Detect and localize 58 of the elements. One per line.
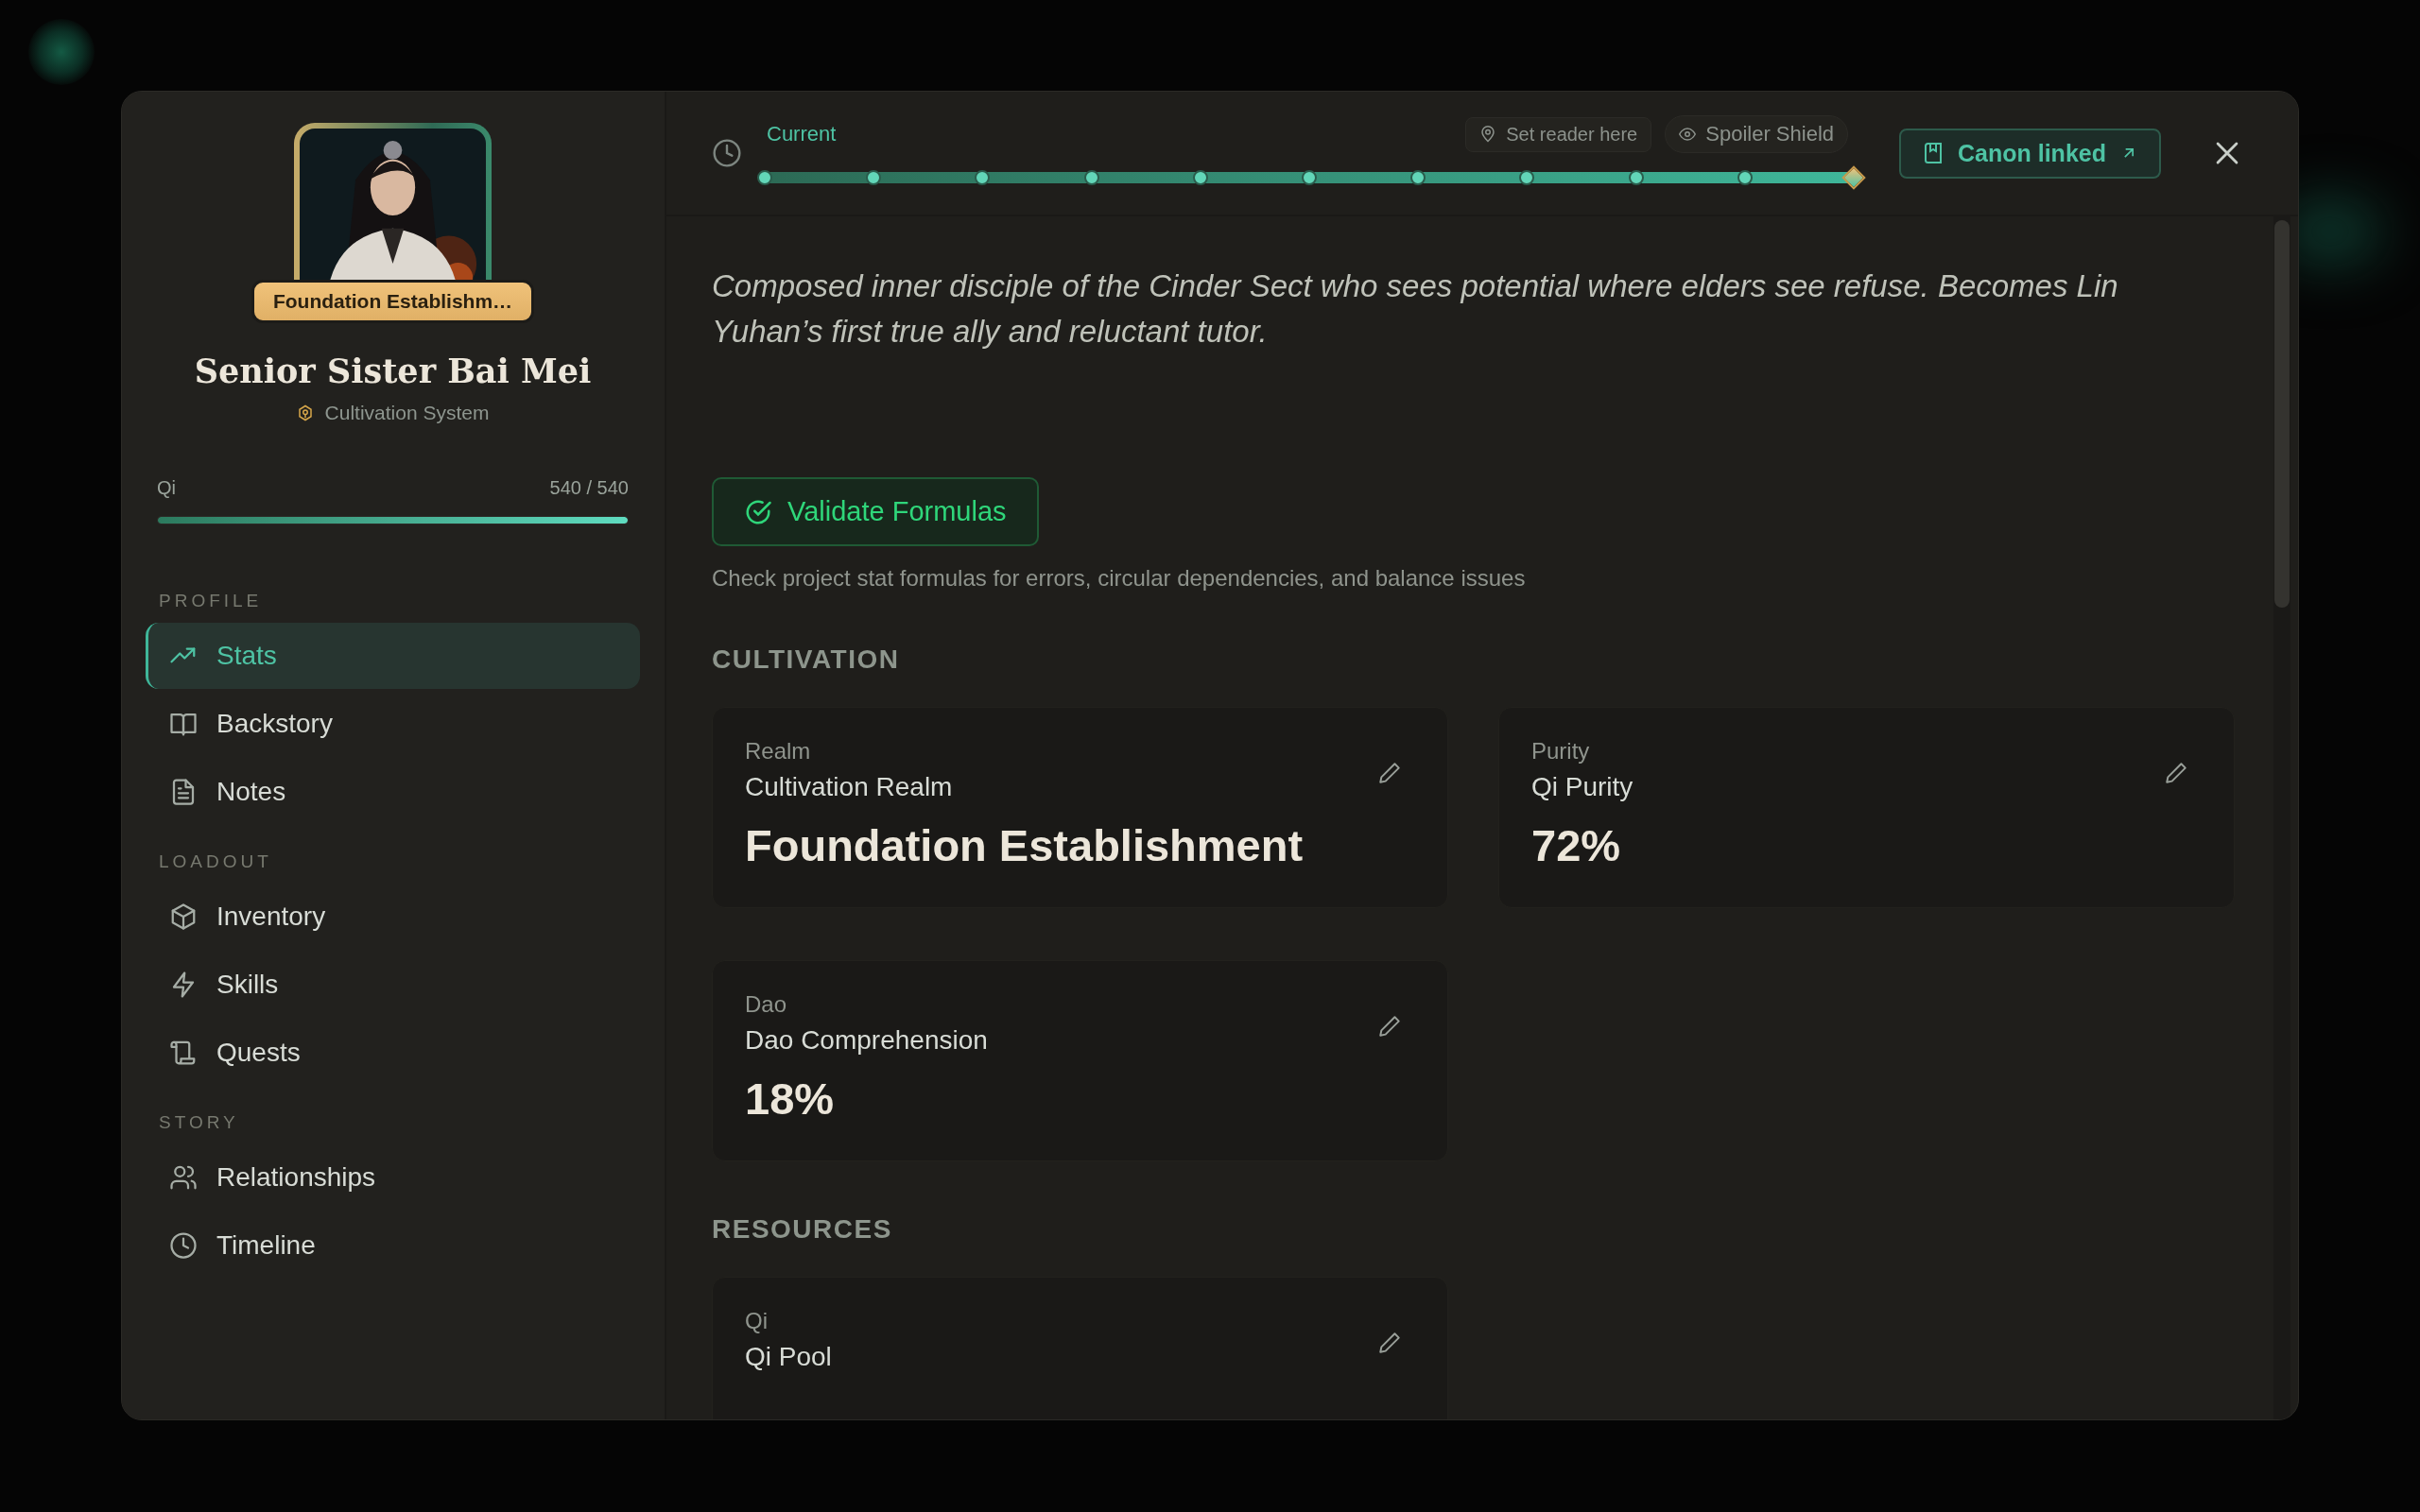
timeline-point[interactable]	[757, 170, 772, 185]
character-description: Composed inner disciple of the Cinder Sect who sees potential where elders see refuse. Becomes Lin Yuhan’s first true ally and reluctant tutor.	[712, 267, 2119, 351]
set-reader-button[interactable]: Set reader here	[1465, 116, 1652, 152]
stat-label: Dao	[745, 991, 788, 1018]
edit-icon[interactable]	[1377, 1014, 1402, 1039]
system-label: Cultivation System	[324, 402, 490, 424]
stat-name: Qi Pool	[745, 1342, 832, 1372]
eye-icon	[1679, 126, 1697, 143]
section-heading: RESOURCES	[712, 1214, 893, 1245]
scrollbar-thumb[interactable]	[2274, 220, 2290, 608]
stat-label: Realm	[745, 738, 812, 765]
emblem-icon	[296, 404, 314, 422]
stat-value: 72%	[1531, 819, 1622, 871]
spoiler-shield-button[interactable]: Spoiler Shield	[1665, 115, 1848, 153]
edit-icon[interactable]	[2164, 761, 2188, 785]
nav-item[interactable]: Relationships	[146, 1144, 640, 1211]
cube-icon	[169, 902, 198, 931]
bookmark-book-icon	[1922, 142, 1945, 164]
validate-formulas-button[interactable]: Validate Formulas	[712, 477, 1039, 546]
edit-icon[interactable]	[1377, 1331, 1402, 1355]
timeline-point[interactable]	[975, 170, 991, 185]
scroll-icon	[169, 1039, 198, 1067]
section-heading: CULTIVATION	[712, 644, 901, 675]
timeline-point[interactable]	[866, 170, 882, 185]
nav-section-heading: PROFILE	[159, 591, 264, 611]
stat-name: Cultivation Realm	[745, 772, 953, 802]
nav-item[interactable]: Notes	[146, 759, 640, 825]
timeline-point[interactable]	[1410, 170, 1426, 185]
nav-item[interactable]: Skills	[146, 952, 640, 1018]
rank-badge: Foundation Establishm…	[251, 280, 535, 323]
stat-value: Foundation Establishment	[745, 819, 1305, 871]
people-icon	[169, 1163, 198, 1192]
stat-name: Dao Comprehension	[745, 1025, 988, 1056]
stat-label: Qi	[745, 1308, 769, 1334]
clock-icon	[712, 138, 742, 168]
nav-item[interactable]: Backstory	[146, 691, 640, 757]
nav-item[interactable]: Timeline	[146, 1212, 640, 1279]
nav-section-heading: STORY	[159, 1112, 240, 1133]
stat-name: Qi Purity	[1531, 772, 1634, 802]
scrollbar[interactable]	[2273, 216, 2290, 1419]
meter-label: Qi	[157, 477, 176, 499]
character-name: Senior Sister Bai Mei	[193, 352, 593, 390]
timeline-point[interactable]	[1302, 170, 1317, 185]
meter-reading: 540 / 540	[549, 477, 629, 499]
stat-label: Purity	[1531, 738, 1591, 765]
timeline-label: Current	[767, 122, 837, 146]
stat-value: 18%	[745, 1073, 836, 1125]
map-pin-icon	[1479, 126, 1497, 143]
check-circle-icon	[744, 497, 772, 526]
validate-hint: Check project stat formulas for errors, circular dependencies, and balance issues	[712, 565, 1527, 592]
nav-section-heading: LOADOUT	[159, 851, 273, 872]
clock-icon	[169, 1231, 198, 1260]
nav-item[interactable]: Quests	[146, 1020, 640, 1086]
canon-linked-button[interactable]: Canon linked	[1899, 128, 2161, 179]
timeline-point[interactable]	[1519, 170, 1535, 185]
nav-item[interactable]: Inventory	[146, 884, 640, 950]
edit-icon[interactable]	[1377, 761, 1402, 785]
nav-item[interactable]: Stats	[146, 623, 640, 689]
